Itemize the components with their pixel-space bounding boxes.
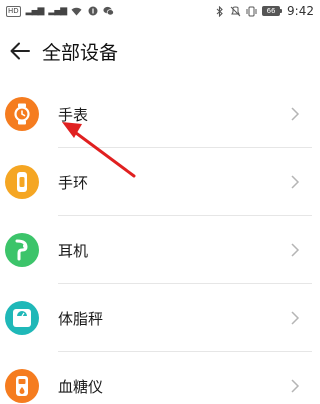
device-label: 手环	[58, 173, 89, 192]
device-item-glucose-meter[interactable]: 血糖仪	[0, 352, 320, 404]
watch-icon	[5, 97, 39, 131]
device-label: 血糖仪	[58, 377, 104, 396]
mute-icon	[230, 5, 241, 17]
battery-level: 66	[262, 6, 281, 16]
wifi-icon	[71, 6, 82, 17]
chevron-right-icon	[291, 379, 300, 393]
page-header: 全部设备	[0, 26, 320, 76]
scale-icon	[5, 301, 39, 335]
wechat-icon	[103, 6, 115, 17]
device-list: 手表 手环 耳机 体脂秤 血糖仪	[0, 80, 320, 404]
page-title: 全部设备	[42, 41, 119, 64]
back-arrow-icon	[10, 42, 30, 60]
chevron-right-icon	[291, 175, 300, 189]
location-icon	[87, 6, 98, 17]
band-icon	[5, 165, 39, 199]
glucose-meter-icon	[5, 369, 39, 403]
status-bar: HD ▂▄▆ ▂▄▆ 66 9:42	[0, 0, 320, 22]
signal-icon-2: ▂▄▆	[48, 6, 67, 16]
status-bar-left: HD ▂▄▆ ▂▄▆	[6, 5, 115, 17]
vibrate-icon	[246, 6, 257, 17]
signal-icon: ▂▄▆	[25, 6, 45, 16]
bluetooth-icon	[214, 5, 225, 17]
device-item-scale[interactable]: 体脂秤	[0, 284, 320, 352]
device-item-watch[interactable]: 手表	[0, 80, 320, 148]
device-item-band[interactable]: 手环	[0, 148, 320, 216]
earphone-icon	[5, 233, 39, 267]
device-label: 体脂秤	[58, 309, 104, 328]
device-label: 耳机	[58, 241, 89, 260]
battery-icon: 66	[262, 6, 283, 16]
clock: 9:42	[287, 4, 314, 18]
status-bar-right: 66 9:42	[214, 4, 314, 18]
hd-badge: HD	[6, 5, 21, 17]
chevron-right-icon	[291, 107, 300, 121]
device-label: 手表	[58, 105, 89, 124]
chevron-right-icon	[291, 311, 300, 325]
chevron-right-icon	[291, 243, 300, 257]
back-button[interactable]	[0, 26, 40, 76]
device-item-earphone[interactable]: 耳机	[0, 216, 320, 284]
